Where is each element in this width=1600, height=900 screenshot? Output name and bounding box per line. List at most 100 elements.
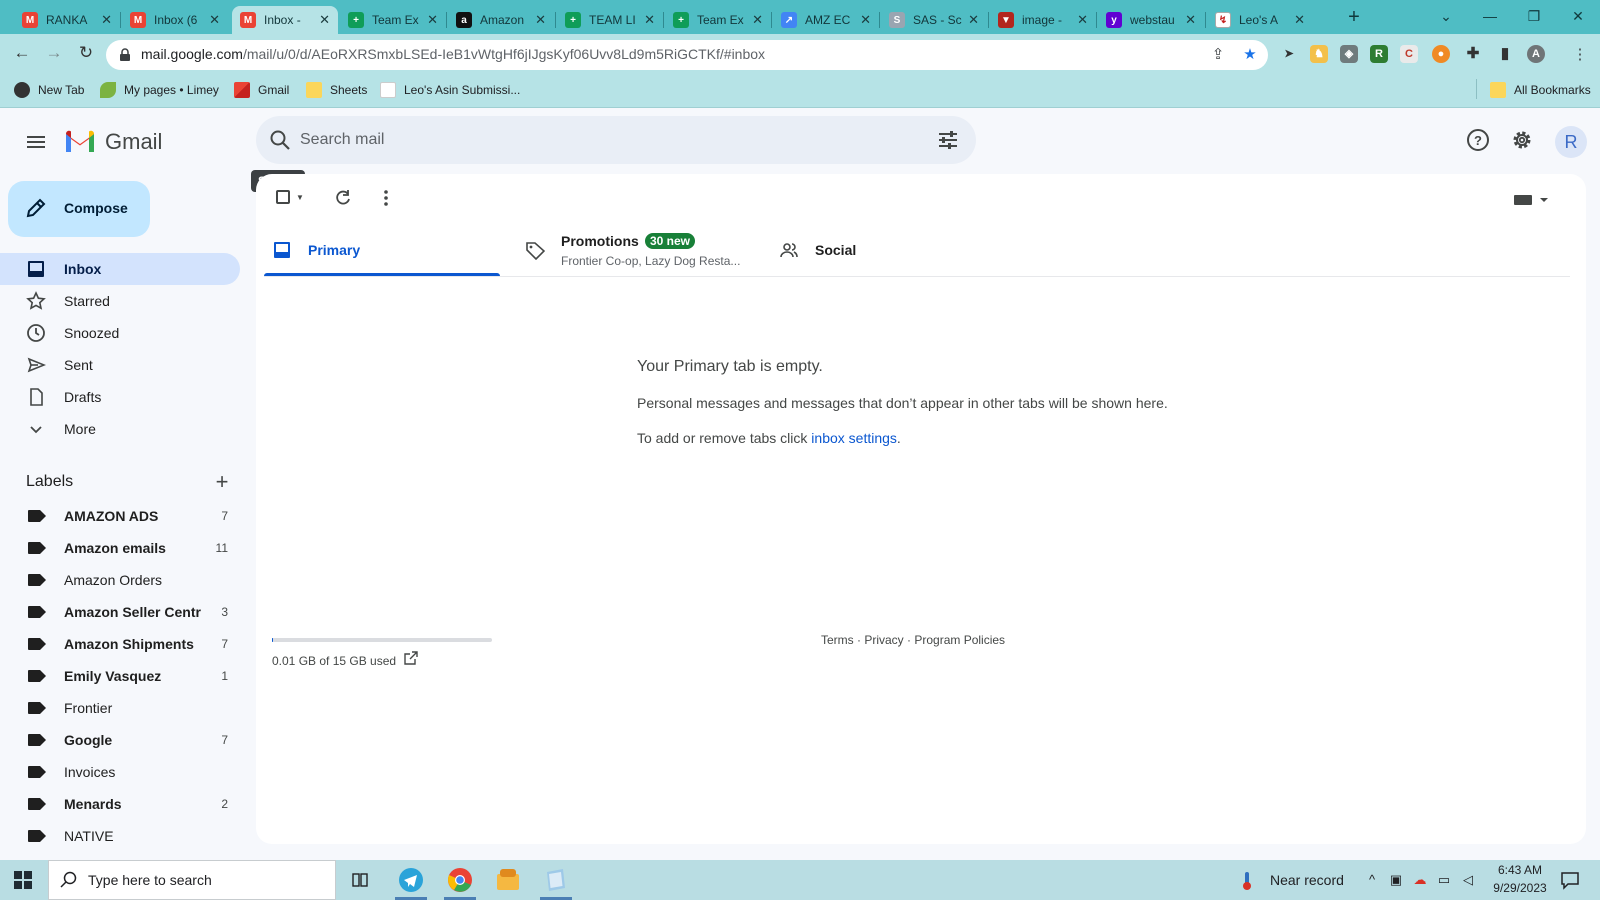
extension-shield-icon[interactable]: ◈ bbox=[1340, 45, 1358, 63]
browser-tab[interactable]: M Inbox - ✕ bbox=[232, 6, 338, 34]
back-arrow-icon[interactable]: ← bbox=[10, 41, 34, 65]
extension-c-icon[interactable]: C bbox=[1400, 45, 1418, 63]
lock-icon[interactable] bbox=[118, 48, 132, 62]
reload-icon[interactable]: ↻ bbox=[74, 41, 98, 65]
browser-tab[interactable]: + Team Ex ✕ bbox=[665, 6, 771, 34]
windows-start-icon[interactable] bbox=[14, 871, 32, 889]
browser-tab[interactable]: y webstau ✕ bbox=[1098, 6, 1204, 34]
tab-promotions[interactable] bbox=[516, 226, 764, 276]
open-in-new-icon[interactable] bbox=[403, 650, 419, 666]
label-item[interactable]: Menards 2 bbox=[0, 788, 240, 820]
label-item[interactable]: Emily Vasquez 1 bbox=[0, 660, 240, 692]
chevron-up-icon[interactable]: ^ bbox=[1364, 872, 1380, 888]
label-item[interactable]: AMAZON ADS 7 bbox=[0, 500, 240, 532]
close-tab-icon[interactable]: ✕ bbox=[319, 12, 330, 28]
bookmark-leo[interactable]: Leo's Asin Submissi... bbox=[380, 81, 520, 99]
bookmark-sheets[interactable]: Sheets bbox=[306, 81, 367, 99]
label-item[interactable]: NATIVE bbox=[0, 820, 240, 852]
nav-snoozed[interactable]: Snoozed bbox=[0, 317, 240, 349]
privacy-link[interactable]: Privacy bbox=[864, 633, 903, 647]
browser-tab[interactable]: M Inbox (6 ✕ bbox=[122, 6, 228, 34]
close-window-button[interactable]: ✕ bbox=[1558, 4, 1598, 28]
close-tab-icon[interactable]: ✕ bbox=[101, 12, 112, 28]
label-item[interactable]: Invoices bbox=[0, 756, 240, 788]
refresh-icon[interactable] bbox=[333, 188, 353, 208]
gmail-logo-icon[interactable] bbox=[64, 128, 96, 152]
notification-icon[interactable] bbox=[1560, 870, 1580, 890]
close-tab-icon[interactable]: ✕ bbox=[427, 12, 438, 28]
tray-app-icon[interactable]: ▣ bbox=[1388, 872, 1404, 888]
terms-link[interactable]: Terms bbox=[821, 633, 854, 647]
telegram-icon[interactable] bbox=[395, 864, 427, 896]
gmail-logo-text[interactable]: Gmail bbox=[105, 129, 162, 155]
keyboard-icon[interactable] bbox=[1512, 192, 1552, 208]
bookmark-star-icon[interactable]: ★ bbox=[1240, 45, 1260, 65]
browser-tab[interactable]: + TEAM LI ✕ bbox=[557, 6, 663, 34]
browser-menu-icon[interactable]: ⋮ bbox=[1570, 45, 1590, 65]
volume-icon[interactable]: ◁ bbox=[1460, 872, 1476, 888]
tab-primary[interactable] bbox=[264, 226, 500, 276]
bookmark-limey[interactable]: My pages • Limey bbox=[100, 81, 219, 99]
file-explorer-icon[interactable] bbox=[492, 864, 524, 896]
browser-tab[interactable]: + Team Ex ✕ bbox=[340, 6, 446, 34]
tab-search-icon[interactable]: ⌄ bbox=[1426, 4, 1466, 28]
account-avatar[interactable]: R bbox=[1555, 126, 1587, 158]
browser-tab[interactable]: ↯ Leo's A ✕ bbox=[1207, 6, 1313, 34]
label-item[interactable]: Google 7 bbox=[0, 724, 240, 756]
close-tab-icon[interactable]: ✕ bbox=[1077, 12, 1088, 28]
notepad-icon[interactable] bbox=[540, 864, 572, 896]
browser-tab[interactable]: a Amazon ✕ bbox=[448, 6, 554, 34]
main-menu-icon[interactable] bbox=[22, 128, 50, 156]
nav-more[interactable]: More bbox=[0, 413, 240, 445]
label-item[interactable]: Amazon Orders bbox=[0, 564, 240, 596]
search-input[interactable] bbox=[300, 128, 900, 152]
clock-time[interactable]: 6:43 AM bbox=[1490, 863, 1550, 877]
close-tab-icon[interactable]: ✕ bbox=[752, 12, 763, 28]
select-dropdown-icon[interactable]: ▼ bbox=[296, 193, 304, 202]
label-item[interactable]: Amazon Seller Centr 3 bbox=[0, 596, 240, 628]
extension-rs-icon[interactable]: R bbox=[1370, 45, 1388, 63]
all-bookmarks[interactable]: All Bookmarks bbox=[1490, 81, 1591, 99]
new-tab-button[interactable]: + bbox=[1342, 6, 1366, 30]
side-panel-icon[interactable]: ▮ bbox=[1496, 45, 1514, 63]
label-item[interactable]: Amazon emails 11 bbox=[0, 532, 240, 564]
minimize-button[interactable]: — bbox=[1470, 4, 1510, 28]
close-tab-icon[interactable]: ✕ bbox=[644, 12, 655, 28]
browser-tab[interactable]: M RANKA ✕ bbox=[14, 6, 120, 34]
bookmark-gmail[interactable]: Gmail bbox=[234, 81, 289, 99]
chrome-icon[interactable] bbox=[444, 864, 476, 896]
add-label-icon[interactable]: + bbox=[212, 471, 232, 493]
nav-inbox[interactable]: Inbox bbox=[0, 253, 240, 285]
share-icon[interactable]: ⇪ bbox=[1208, 45, 1228, 65]
help-icon[interactable]: ? bbox=[1466, 128, 1490, 152]
browser-tab[interactable]: ↗ AMZ EC ✕ bbox=[773, 6, 879, 34]
clock-date[interactable]: 9/29/2023 bbox=[1486, 881, 1554, 895]
close-tab-icon[interactable]: ✕ bbox=[1185, 12, 1196, 28]
bookmark-new-tab[interactable]: New Tab bbox=[14, 81, 84, 99]
inbox-settings-link[interactable]: inbox settings bbox=[811, 430, 897, 446]
tab-social[interactable] bbox=[768, 226, 1016, 276]
label-item[interactable]: Frontier bbox=[0, 692, 240, 724]
nav-drafts[interactable]: Drafts bbox=[0, 381, 240, 413]
nav-sent[interactable]: Sent bbox=[0, 349, 240, 381]
extension-orange-icon[interactable]: ● bbox=[1432, 45, 1450, 63]
profile-avatar[interactable]: A bbox=[1527, 45, 1545, 63]
close-tab-icon[interactable]: ✕ bbox=[860, 12, 871, 28]
close-tab-icon[interactable]: ✕ bbox=[1294, 12, 1305, 28]
search-options-icon[interactable] bbox=[937, 129, 959, 151]
browser-tab[interactable]: S SAS - Sc ✕ bbox=[881, 6, 987, 34]
label-item[interactable]: Amazon Shipments 7 bbox=[0, 628, 240, 660]
thermometer-icon[interactable] bbox=[1240, 871, 1254, 891]
select-all-checkbox[interactable] bbox=[276, 190, 290, 204]
url-text[interactable]: mail.google.com/mail/u/0/d/AEoRXRSmxbLSE… bbox=[141, 46, 765, 62]
close-tab-icon[interactable]: ✕ bbox=[968, 12, 979, 28]
more-vert-icon[interactable] bbox=[376, 188, 396, 208]
close-tab-icon[interactable]: ✕ bbox=[535, 12, 546, 28]
network-icon[interactable]: ▭ bbox=[1436, 872, 1452, 888]
forward-arrow-icon[interactable]: → bbox=[42, 41, 66, 65]
restore-button[interactable]: ❐ bbox=[1514, 4, 1554, 28]
search-icon[interactable] bbox=[269, 129, 291, 151]
extension-people-icon[interactable]: ♞ bbox=[1310, 45, 1328, 63]
extensions-puzzle-icon[interactable]: ✚ bbox=[1464, 45, 1482, 63]
tray-cloud-icon[interactable]: ☁ bbox=[1412, 872, 1428, 888]
